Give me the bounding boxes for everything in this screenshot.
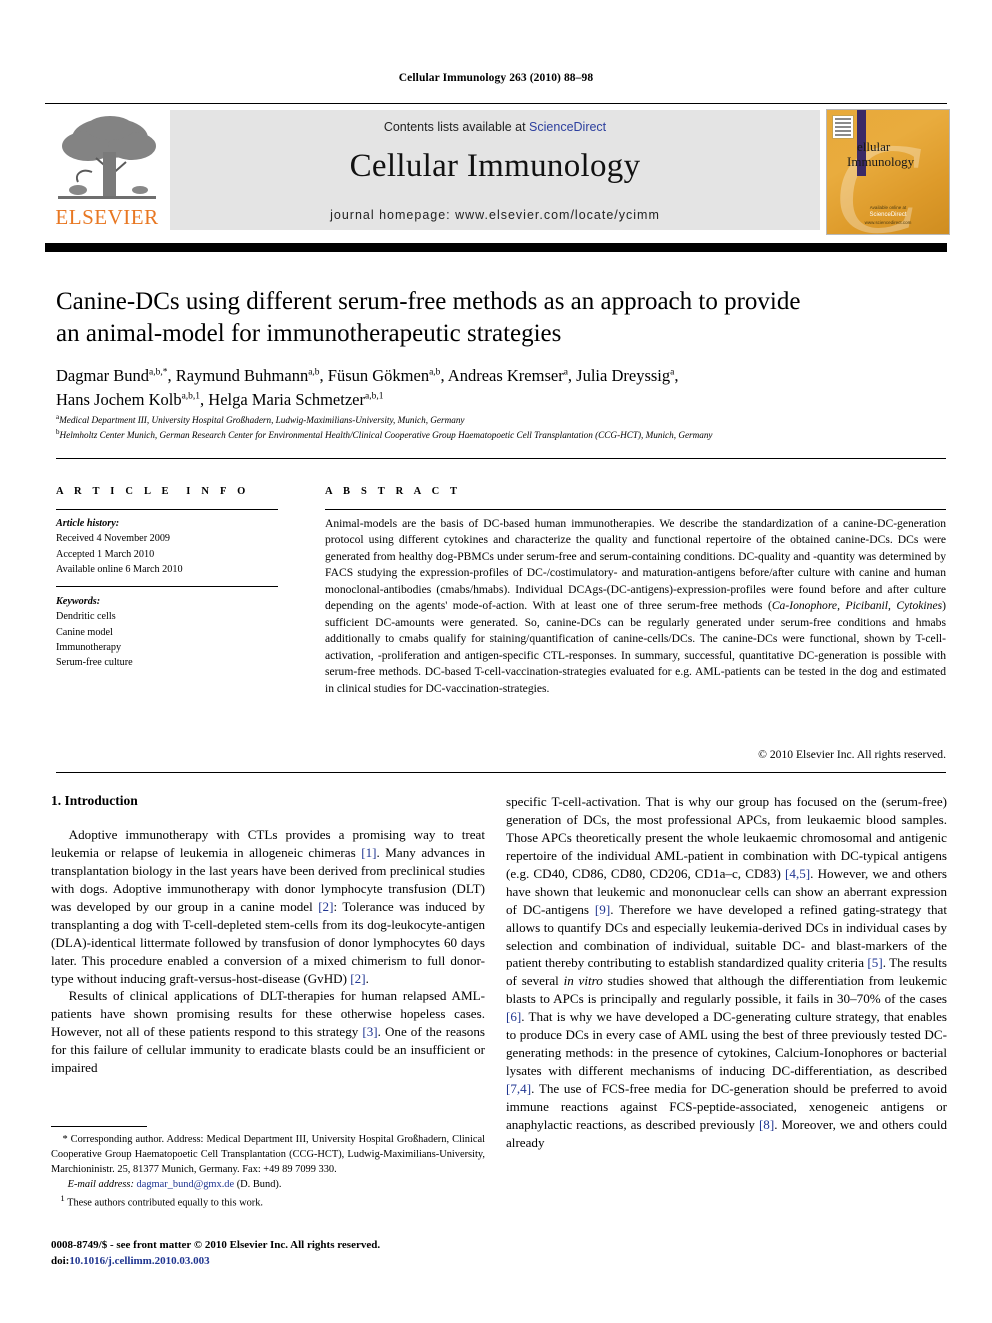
footnotes-block: * Corresponding author. Address: Medical… — [51, 1132, 485, 1211]
body-column-left: Adoptive immunotherapy with CTLs provide… — [51, 826, 485, 1077]
citation-ref[interactable]: [3] — [362, 1024, 377, 1039]
body-paragraph: Adoptive immunotherapy with CTLs provide… — [51, 827, 486, 986]
journal-title: Cellular Immunology — [349, 148, 641, 184]
article-info-heading: A R T I C L E I N F O — [56, 486, 250, 497]
cover-footer-line3: www.sciencedirect.com — [864, 219, 912, 225]
journal-homepage-link[interactable]: journal homepage: www.elsevier.com/locat… — [170, 208, 820, 222]
citation-ref[interactable]: [4,5] — [785, 866, 810, 881]
cover-stamp-icon — [832, 115, 854, 139]
history-item: Available online 6 March 2010 — [56, 563, 183, 575]
footnote-equal-contribution: 1 These authors contributed equally to t… — [60, 1193, 264, 1209]
abstract-italic-methods: Ca-Ionophore, Picibanil, Cytokines — [771, 599, 943, 613]
article-title: Canine-DCs using different serum-free me… — [56, 286, 936, 349]
email-link[interactable]: dagmar_bund@gmx.de — [137, 1179, 235, 1190]
abstract-copyright: © 2010 Elsevier Inc. All rights reserved… — [758, 748, 946, 761]
cover-title-line2: Immunology — [847, 153, 915, 169]
cover-footer-line2: ScienceDirect — [869, 212, 907, 219]
article-title-line2: an animal-model for immunotherapeutic st… — [56, 319, 562, 347]
body-column-right: specific T-cell-activation. That is why … — [506, 793, 947, 1152]
header-black-bar — [45, 243, 947, 252]
email-label: E-mail address: — [67, 1179, 134, 1191]
keywords-block: Keywords: Dendritic cells Canine model I… — [56, 594, 296, 670]
elsevier-tree-icon — [58, 116, 156, 199]
article-title-line1: Canine-DCs using different serum-free me… — [56, 288, 801, 315]
email-suffix: (D. Bund). — [236, 1179, 282, 1191]
footnote-email: E-mail address: dagmar_bund@gmx.de (D. B… — [51, 1177, 485, 1192]
doi-line: doi:10.1016/j.cellimm.2010.03.003 — [51, 1254, 521, 1270]
section-heading-introduction: 1. Introduction — [51, 793, 138, 808]
contents-prefix: Contents lists available at — [383, 120, 530, 134]
citation-ref[interactable]: [7,4] — [506, 1081, 531, 1096]
abstract-bottom-rule — [56, 772, 946, 773]
footnote-rule — [51, 1126, 147, 1127]
cover-title-line1: ellular — [857, 139, 891, 154]
footnote-corresponding-author: * Corresponding author. Address: Medical… — [51, 1134, 485, 1176]
cover-title: ellular Immunology — [847, 139, 947, 170]
imprint-block: 0008-8749/$ - see front matter © 2010 El… — [51, 1238, 521, 1270]
paper-page: Cellular Immunology 263 (2010) 88–98 Con… — [0, 0, 992, 1323]
affiliation-a-text: Medical Department III, University Hospi… — [59, 415, 465, 426]
history-item: Received 4 November 2009 — [56, 533, 171, 545]
citation-ref[interactable]: [1] — [361, 845, 376, 860]
abstract-text: Animal-models are the basis of DC-based … — [325, 516, 946, 697]
citation-ref[interactable]: [6] — [506, 1009, 521, 1024]
elsevier-logo: ELSEVIER — [48, 112, 166, 230]
doi-prefix: doi: — [51, 1254, 70, 1267]
body-paragraph: Results of clinical applications of DLT-… — [51, 988, 485, 1076]
author-line-2: Hans Jochem Kolba,b,1, Helga Maria Schme… — [56, 389, 384, 409]
citation-ref[interactable]: [2] — [350, 971, 365, 986]
running-head: Cellular Immunology 263 (2010) 88–98 — [398, 72, 594, 84]
keyword-item: Canine model — [56, 626, 113, 638]
header-top-rule — [45, 103, 947, 104]
doi-link[interactable]: 10.1016/j.cellimm.2010.03.003 — [69, 1255, 209, 1267]
affiliations: aMedical Department III, University Hosp… — [56, 412, 946, 443]
affiliation-b: bHelmholtz Center Munich, German Researc… — [56, 428, 713, 441]
abstract-heading: A B S T R A C T — [325, 486, 462, 497]
history-item: Accepted 1 March 2010 — [56, 548, 155, 560]
author-line-1: Dagmar Bunda,b,*, Raymund Buhmanna,b, Fü… — [56, 366, 679, 385]
citation-ref[interactable]: [2] — [318, 899, 333, 914]
abstract-part2: ) sufficient DC-amounts were generated. … — [325, 599, 946, 695]
citation-ref[interactable]: [8] — [759, 1117, 774, 1132]
affiliation-b-text: Helmholtz Center Munich, German Research… — [59, 430, 713, 441]
info-section-top-rule — [56, 458, 946, 459]
journal-cover-thumbnail: C ellular Immunology Available online at… — [826, 109, 950, 235]
keyword-item: Dendritic cells — [56, 611, 116, 623]
citation-ref[interactable]: [9] — [595, 902, 610, 917]
keyword-item: Immunotherapy — [56, 641, 122, 653]
abstract-column-rule — [325, 509, 946, 510]
elsevier-wordmark: ELSEVIER — [55, 205, 159, 229]
article-history-block: Article history: Received 4 November 200… — [56, 516, 296, 577]
cover-footer: Available online at ScienceDirect www.sc… — [827, 205, 949, 226]
article-history-label: Article history: — [56, 518, 120, 529]
citation-ref[interactable]: [5] — [867, 955, 882, 970]
body-paragraph: specific T-cell-activation. That is why … — [506, 794, 948, 1150]
contents-available-line: Contents lists available at ScienceDirec… — [170, 120, 820, 134]
sciencedirect-link[interactable]: ScienceDirect — [529, 120, 606, 134]
keywords-label: Keywords: — [56, 596, 101, 607]
imprint-line: 0008-8749/$ - see front matter © 2010 El… — [51, 1239, 381, 1251]
affiliation-a: aMedical Department III, University Hosp… — [56, 413, 465, 426]
abstract-part1: Animal-models are the basis of DC-based … — [325, 517, 946, 613]
keywords-rule — [56, 586, 278, 587]
author-list: Dagmar Bunda,b,*, Raymund Buhmanna,b, Fü… — [56, 364, 946, 412]
keyword-item: Serum-free culture — [56, 657, 133, 669]
info-column-rule — [56, 509, 278, 510]
